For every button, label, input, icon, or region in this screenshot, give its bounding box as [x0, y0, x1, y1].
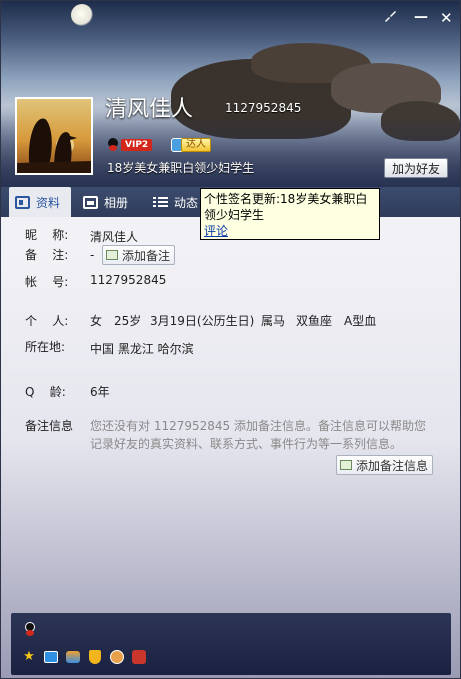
tooltip-text: 个性签名更新:18岁美女兼职白领少妇学生	[204, 192, 368, 222]
location-value: 中国 黑龙江 哈尔滨	[90, 342, 194, 356]
personal-label: 个 人:	[25, 314, 69, 328]
pet-icon[interactable]	[131, 649, 147, 665]
tab-album[interactable]: 相册	[83, 187, 143, 217]
remark-value: -	[90, 248, 95, 262]
skin-button[interactable]	[383, 9, 397, 27]
qage-label: Q 龄:	[25, 385, 66, 399]
add-remark-button[interactable]: 添加备注	[102, 245, 176, 265]
daren-label: 达人	[181, 138, 211, 152]
vip-label: VIP2	[121, 139, 153, 151]
penguin-silhouette-icon	[17, 118, 91, 173]
list-icon	[153, 196, 168, 209]
age-value: 25岁	[114, 314, 142, 328]
profile-header: — ✕ 清风佳人 1127952845 VIP2 达人 18岁美女兼职白领少妇学…	[1, 1, 460, 187]
note-icon	[340, 460, 352, 470]
id-card-icon	[15, 195, 30, 209]
note-info-description: 您还没有对 1127952845 添加备注信息。备注信息可以帮助您记录好友的真实…	[90, 419, 426, 451]
zodiac-value: 属马	[261, 314, 286, 328]
signature-tooltip: 个性签名更新:18岁美女兼职白领少妇学生 评论	[200, 188, 380, 240]
game-icon[interactable]	[109, 649, 125, 665]
avatar[interactable]	[15, 97, 93, 175]
tab-info[interactable]: 资料	[9, 187, 71, 217]
tab-album-label: 相册	[104, 195, 129, 210]
profile-window: — ✕ 清风佳人 1127952845 VIP2 达人 18岁美女兼职白领少妇学…	[0, 0, 461, 679]
location-label: 所在地:	[25, 340, 66, 354]
profile-nickname: 清风佳人	[105, 97, 194, 122]
add-note-info-button[interactable]: 添加备注信息	[336, 455, 434, 475]
profile-signature: 18岁美女兼职白领少妇学生	[107, 161, 255, 175]
nickname-label: 昵 称:	[25, 228, 69, 242]
comment-link[interactable]: 评论	[204, 224, 228, 238]
shield-icon[interactable]	[87, 649, 103, 665]
vip-badge[interactable]: VIP2	[107, 138, 153, 152]
nickname-value: 清风佳人	[90, 230, 139, 244]
account-value: 1127952845	[90, 273, 167, 287]
blood-type-value: A型血	[344, 314, 377, 328]
constellation-value: 双鱼座	[296, 314, 333, 328]
note-info-label: 备注信息	[25, 419, 74, 433]
add-friend-button[interactable]: 加为好友	[384, 158, 448, 178]
close-button[interactable]: ✕	[440, 9, 453, 27]
qzone-icon[interactable]	[43, 649, 59, 665]
add-note-info-label: 添加备注信息	[356, 458, 429, 473]
profile-qq-number: 1127952845	[225, 101, 302, 115]
qq-penguin-icon	[107, 138, 119, 152]
gender-value: 女	[90, 314, 103, 328]
remark-label: 备 注:	[25, 248, 69, 262]
photo-icon	[83, 195, 98, 209]
swim-icon[interactable]	[65, 649, 81, 665]
qq-penguin-icon[interactable]	[22, 621, 38, 637]
qage-value: 6年	[90, 385, 110, 399]
minimize-button[interactable]: —	[414, 9, 428, 25]
account-label: 帐 号:	[25, 275, 69, 289]
tab-feed-label: 动态	[174, 195, 199, 210]
brush-icon	[385, 11, 396, 22]
star-icon[interactable]: ★	[21, 649, 37, 665]
add-remark-label: 添加备注	[122, 248, 171, 263]
tab-info-label: 资料	[36, 195, 61, 210]
note-icon	[106, 250, 118, 260]
service-icon-bar: ★	[11, 613, 451, 675]
daren-badge[interactable]: 达人	[171, 137, 211, 153]
moon-decoration	[71, 4, 93, 26]
birthday-value: 3月19日(公历生日)	[150, 314, 255, 328]
